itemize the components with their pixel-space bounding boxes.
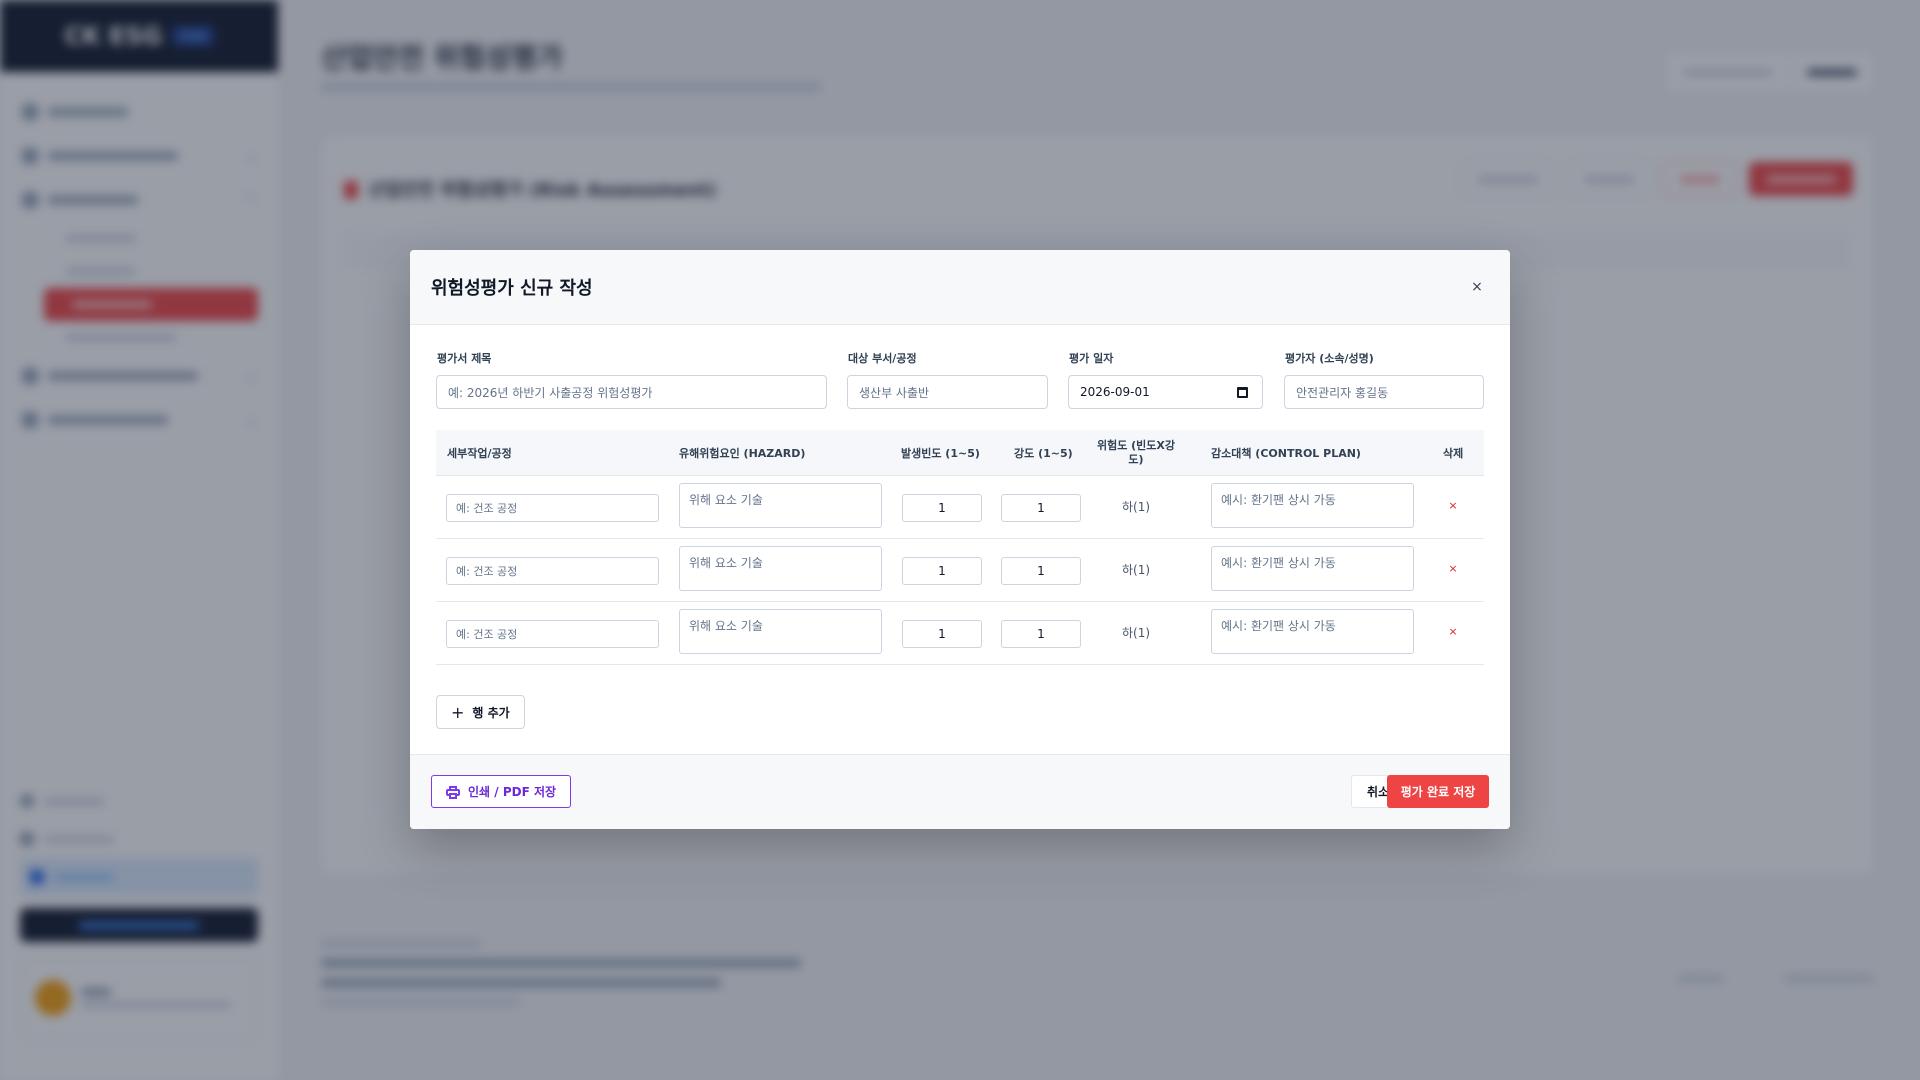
date-input[interactable]: 2026-09-01 [1068, 375, 1263, 409]
add-row-button[interactable]: + 행 추가 [436, 695, 525, 729]
dept-input[interactable]: 생산부 사출반 [847, 375, 1048, 409]
risk-value: 하(1) [1121, 626, 1151, 640]
col-control: 감소대책 (CONTROL PLAN) [1211, 446, 1361, 460]
assessor-input[interactable]: 안전관리자 홍길동 [1284, 375, 1484, 409]
title-label: 평가서 제목 [437, 352, 492, 365]
frequency-input[interactable]: 1 [902, 620, 982, 648]
col-frequency: 발생빈도 (1~5) [901, 446, 980, 460]
severity-input[interactable]: 1 [1001, 557, 1081, 585]
severity-input[interactable]: 1 [1001, 494, 1081, 522]
risk-assessment-modal: 위험성평가 신규 작성 × 평가서 제목 예: 2026년 하반기 사출공정 위… [410, 250, 1510, 829]
dept-label: 대상 부서/공정 [848, 352, 917, 365]
title-input[interactable]: 예: 2026년 하반기 사출공정 위험성평가 [436, 375, 827, 409]
risk-value: 하(1) [1121, 500, 1151, 514]
calendar-icon[interactable] [1237, 386, 1248, 398]
close-icon[interactable]: × [1465, 275, 1489, 299]
hazard-input[interactable]: 위해 요소 기술 [679, 609, 882, 654]
print-label: 인쇄 / PDF 저장 [468, 785, 557, 799]
risk-value: 하(1) [1121, 563, 1151, 577]
table-row: 예: 건조 공정 위해 요소 기술 1 1 하(1) 예시: 환기팬 상시 가동… [436, 602, 1484, 665]
modal-body: 평가서 제목 예: 2026년 하반기 사출공정 위험성평가 대상 부서/공정 … [410, 325, 1510, 754]
assessor-label: 평가자 (소속/성명) [1285, 352, 1374, 365]
risk-table-header: 세부작업/공정 유해위험요인 (HAZARD) 발생빈도 (1~5) 강도 (1… [436, 430, 1484, 476]
frequency-input[interactable]: 1 [902, 494, 982, 522]
print-pdf-button[interactable]: 인쇄 / PDF 저장 [431, 775, 572, 808]
task-input[interactable]: 예: 건조 공정 [446, 494, 659, 522]
control-input[interactable]: 예시: 환기팬 상시 가동 [1211, 546, 1414, 591]
save-button[interactable]: 평가 완료 저장 [1387, 775, 1489, 808]
modal-header: 위험성평가 신규 작성 × [410, 250, 1510, 325]
hazard-input[interactable]: 위해 요소 기술 [679, 546, 882, 591]
delete-row-icon[interactable]: × [1443, 625, 1463, 638]
control-input[interactable]: 예시: 환기팬 상시 가동 [1211, 609, 1414, 654]
delete-row-icon[interactable]: × [1443, 562, 1463, 575]
date-label: 평가 일자 [1069, 352, 1114, 365]
delete-row-icon[interactable]: × [1443, 499, 1463, 512]
modal-title: 위험성평가 신규 작성 [431, 278, 593, 299]
date-value: 2026-09-01 [1080, 385, 1150, 399]
add-row-label: 행 추가 [472, 705, 510, 720]
printer-icon [446, 785, 460, 799]
modal-footer: 인쇄 / PDF 저장 취소 평가 완료 저장 [410, 754, 1510, 829]
task-input[interactable]: 예: 건조 공정 [446, 620, 659, 648]
hazard-input[interactable]: 위해 요소 기술 [679, 483, 882, 528]
table-row: 예: 건조 공정 위해 요소 기술 1 1 하(1) 예시: 환기팬 상시 가동… [436, 539, 1484, 602]
col-hazard: 유해위험요인 (HAZARD) [679, 446, 806, 460]
severity-input[interactable]: 1 [1001, 620, 1081, 648]
col-severity: 강도 (1~5) [1014, 446, 1073, 460]
plus-icon: + [451, 702, 465, 722]
control-input[interactable]: 예시: 환기팬 상시 가동 [1211, 483, 1414, 528]
col-risk: 위험도 (빈도X강도) [1096, 438, 1176, 466]
col-task: 세부작업/공정 [447, 446, 512, 460]
task-input[interactable]: 예: 건조 공정 [446, 557, 659, 585]
frequency-input[interactable]: 1 [902, 557, 982, 585]
col-delete: 삭제 [1443, 446, 1464, 460]
table-row: 예: 건조 공정 위해 요소 기술 1 1 하(1) 예시: 환기팬 상시 가동… [436, 476, 1484, 539]
risk-table: 세부작업/공정 유해위험요인 (HAZARD) 발생빈도 (1~5) 강도 (1… [436, 430, 1484, 665]
